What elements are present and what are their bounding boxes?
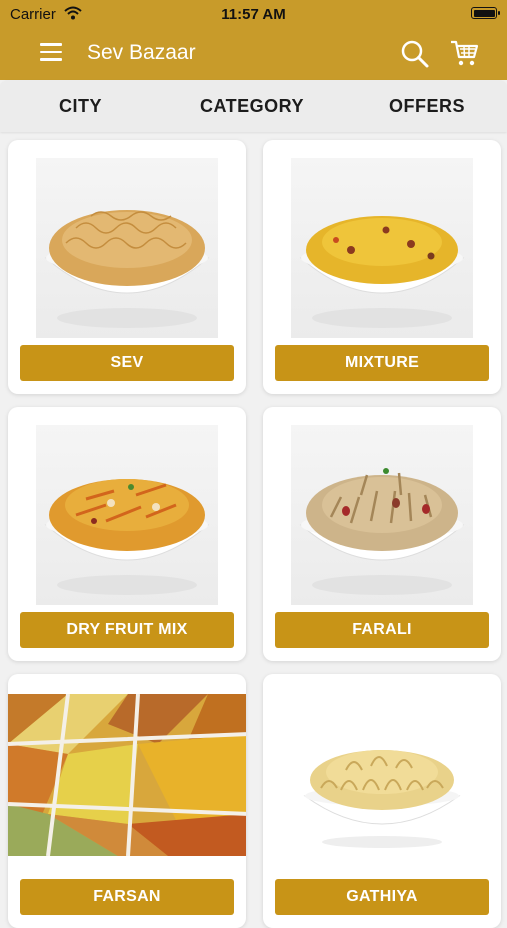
category-button[interactable]: DRY FRUIT MIX	[20, 612, 234, 648]
category-button[interactable]: FARALI	[275, 612, 489, 648]
category-button[interactable]: GATHIYA	[275, 879, 489, 915]
category-card-sev[interactable]: SEV	[8, 140, 246, 394]
farali-image	[291, 425, 473, 605]
farsan-image	[8, 693, 246, 857]
battery-icon	[471, 7, 500, 19]
sev-image	[36, 158, 218, 338]
category-card-dry-fruit-mix[interactable]: DRY FRUIT MIX	[8, 407, 246, 661]
hamburger-menu-icon[interactable]	[40, 43, 62, 61]
category-card-farsan[interactable]: FARSAN	[8, 674, 246, 928]
dry-fruit-mix-image	[36, 425, 218, 605]
tab-category[interactable]: CATEGORY	[200, 96, 304, 117]
category-card-farali[interactable]: FARALI	[263, 407, 501, 661]
tab-bar: CITY CATEGORY OFFERS	[0, 80, 507, 132]
mixture-image	[291, 158, 473, 338]
app-bar: Sev Bazaar	[0, 28, 507, 80]
category-button[interactable]: SEV	[20, 345, 234, 381]
category-card-gathiya[interactable]: GATHIYA	[263, 674, 501, 928]
tab-city[interactable]: CITY	[59, 96, 102, 117]
tab-offers[interactable]: OFFERS	[389, 96, 465, 117]
category-button[interactable]: FARSAN	[20, 879, 234, 915]
status-bar: Carrier 11:57 AM	[0, 0, 507, 28]
app-title: Sev Bazaar	[87, 41, 196, 64]
category-card-mixture[interactable]: MIXTURE	[263, 140, 501, 394]
search-icon[interactable]	[400, 39, 430, 69]
gathiya-image	[291, 692, 473, 872]
cart-icon[interactable]	[449, 38, 479, 68]
status-time: 11:57 AM	[221, 6, 286, 23]
category-button[interactable]: MIXTURE	[275, 345, 489, 381]
